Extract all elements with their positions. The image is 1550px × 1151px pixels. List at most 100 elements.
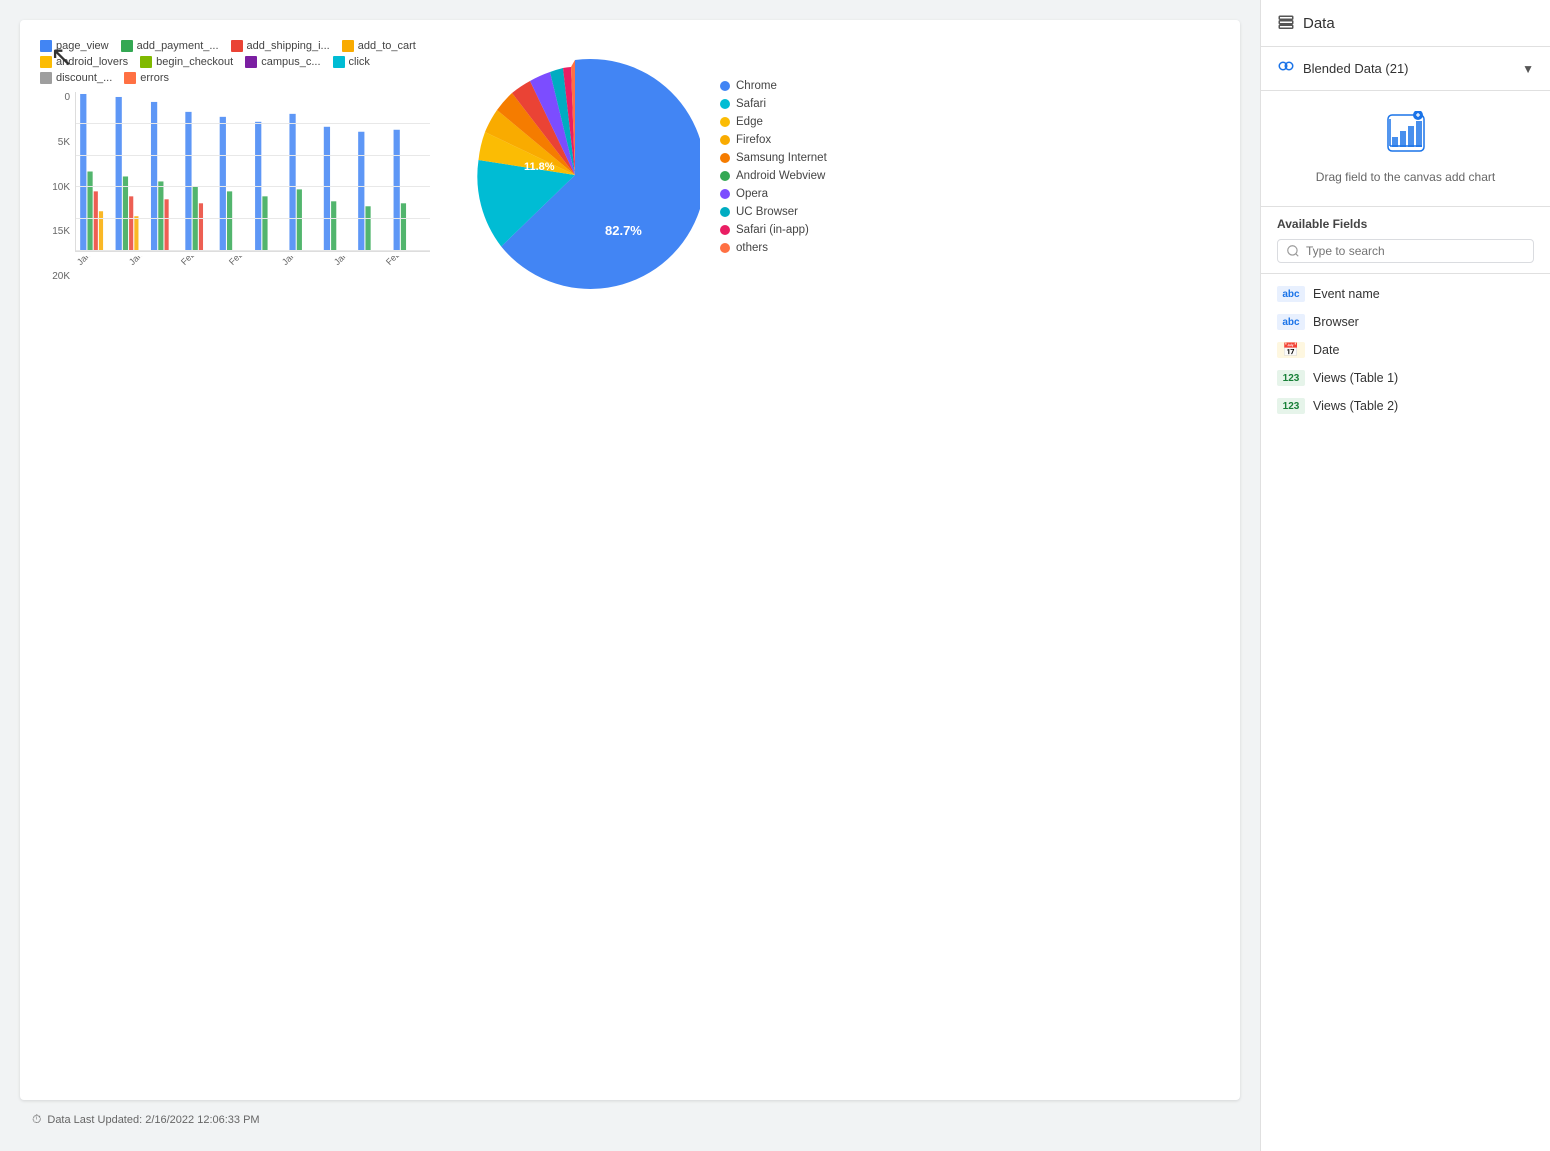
field-badge-event-name: abc	[1277, 286, 1305, 302]
bar-chart-visual: 20K 15K 10K 5K 0	[40, 92, 430, 312]
blend-svg	[1277, 57, 1295, 75]
legend-color-campus	[245, 56, 257, 68]
legend-color-android-lovers	[40, 56, 52, 68]
pie-label-firefox: Firefox	[736, 134, 771, 146]
drag-chart-svg	[1384, 111, 1428, 155]
legend-label-begin-checkout: begin_checkout	[156, 56, 233, 68]
field-item-event-name[interactable]: abc Event name	[1261, 280, 1550, 308]
legend-item-click: click	[333, 56, 370, 68]
pie-label-safari: Safari	[736, 98, 766, 110]
pie-legend-safari-inapp: Safari (in-app)	[720, 224, 827, 236]
fields-list: abc Event name abc Browser 📅 Date 123 Vi…	[1261, 274, 1550, 1151]
pie-legend-safari: Safari	[720, 98, 827, 110]
pie-dot-safari-inapp	[720, 225, 730, 235]
pie-dot-chrome	[720, 81, 730, 91]
grid-line-0	[76, 250, 430, 251]
legend-item-begin-checkout: begin_checkout	[140, 56, 233, 68]
field-label-event-name: Event name	[1313, 287, 1380, 301]
y-label-0: 0	[40, 92, 70, 103]
field-item-browser[interactable]: abc Browser	[1261, 308, 1550, 336]
x-axis-labels: Jan 26, 2022 Jan 25, 2022 Feb 9, 2022 Fe…	[75, 256, 430, 306]
pie-legend-samsung: Samsung Internet	[720, 152, 827, 164]
pie-label-safari-inapp: Safari (in-app)	[736, 224, 809, 236]
legend-label-click: click	[349, 56, 370, 68]
grid-lines	[76, 92, 430, 251]
pie-label-opera: Opera	[736, 188, 768, 200]
legend-color-page-view	[40, 40, 52, 52]
legend-label-android-lovers: android_lovers	[56, 56, 128, 68]
canvas-content: page_view add_payment_... add_shipping_i…	[20, 20, 1240, 332]
status-text: Data Last Updated: 2/16/2022 12:06:33 PM	[47, 1114, 259, 1126]
dropdown-label[interactable]: Blended Data (21)	[1303, 61, 1514, 76]
pie-dot-uc-browser	[720, 207, 730, 217]
legend-label-add-to-cart: add_to_cart	[358, 40, 416, 52]
grid-line-20k	[76, 123, 430, 124]
pie-legend-opera: Opera	[720, 188, 827, 200]
field-badge-browser: abc	[1277, 314, 1305, 330]
legend-label-page-view: page_view	[56, 40, 109, 52]
pie-legend-uc-browser: UC Browser	[720, 206, 827, 218]
main-canvas-area: ↖ page_view add_payment_... add_shipping	[0, 0, 1260, 1151]
pie-dot-opera	[720, 189, 730, 199]
field-item-views-table2[interactable]: 123 Views (Table 2)	[1261, 392, 1550, 420]
legend-color-add-to-cart	[342, 40, 354, 52]
search-input[interactable]	[1306, 244, 1525, 258]
data-panel-icon	[1277, 14, 1295, 32]
status-bar: ⏱ Data Last Updated: 2/16/2022 12:06:33 …	[20, 1108, 1240, 1131]
pie-label-samsung: Samsung Internet	[736, 152, 827, 164]
legend-item-discount: discount_...	[40, 72, 112, 84]
pie-dot-samsung	[720, 153, 730, 163]
legend-color-begin-checkout	[140, 56, 152, 68]
field-item-views-table1[interactable]: 123 Views (Table 1)	[1261, 364, 1550, 392]
pie-label-large: 82.7%	[605, 223, 642, 238]
data-panel-header: Data	[1261, 0, 1550, 47]
field-badge-views-table1: 123	[1277, 370, 1305, 386]
grid-line-5k	[76, 218, 430, 219]
search-section: Available Fields	[1261, 207, 1550, 274]
data-panel-title: Data	[1303, 15, 1335, 32]
field-badge-views-table2: 123	[1277, 398, 1305, 414]
pie-label-android-webview: Android Webview	[736, 170, 825, 182]
legend-item-add-payment: add_payment_...	[121, 40, 219, 52]
field-label-browser: Browser	[1313, 315, 1359, 329]
pie-dot-others	[720, 243, 730, 253]
dropdown-chevron-icon[interactable]: ▼	[1522, 62, 1534, 76]
pie-chart-area: 82.7% 11.8% Chrome Safari	[450, 40, 827, 312]
y-axis: 20K 15K 10K 5K 0	[40, 92, 70, 282]
pie-legend-firefox: Firefox	[720, 134, 827, 146]
status-icon: ⏱	[32, 1112, 41, 1127]
legend-item-add-to-cart: add_to_cart	[342, 40, 416, 52]
field-badge-date: 📅	[1277, 342, 1305, 358]
grid-line-15k	[76, 155, 430, 156]
pie-dot-firefox	[720, 135, 730, 145]
pie-legend: Chrome Safari Edge Firefox	[720, 50, 827, 254]
grid-line-10k	[76, 186, 430, 187]
search-box[interactable]	[1277, 239, 1534, 263]
bar-chart-area: page_view add_payment_... add_shipping_i…	[40, 40, 430, 312]
legend-item-errors: errors	[124, 72, 169, 84]
blend-icon	[1277, 57, 1295, 80]
field-item-date[interactable]: 📅 Date	[1261, 336, 1550, 364]
dropdown-row[interactable]: Blended Data (21) ▼	[1261, 47, 1550, 91]
drag-prompt-text: Drag field to the canvas add chart	[1316, 168, 1495, 186]
y-label-20k: 20K	[40, 271, 70, 282]
pie-label-uc-browser: UC Browser	[736, 206, 798, 218]
bar-chart-inner	[75, 92, 430, 252]
bar-chart-legend: page_view add_payment_... add_shipping_i…	[40, 40, 430, 84]
canvas-container: ↖ page_view add_payment_... add_shipping	[20, 20, 1240, 1100]
y-label-10k: 10K	[40, 182, 70, 193]
pie-chart-svg: 82.7% 11.8%	[450, 50, 700, 300]
x-label-feb8: Feb 8, 2022	[384, 256, 430, 293]
data-panel: Data Blended Data (21) ▼	[1260, 0, 1550, 1151]
field-label-views-table1: Views (Table 1)	[1313, 371, 1398, 385]
pie-legend-others: others	[720, 242, 827, 254]
drag-chart-icon	[1384, 111, 1428, 160]
legend-color-add-payment	[121, 40, 133, 52]
legend-label-campus: campus_c...	[261, 56, 320, 68]
pie-legend-android-webview: Android Webview	[720, 170, 827, 182]
legend-color-errors	[124, 72, 136, 84]
pie-chart-svg-container: 82.7% 11.8%	[450, 50, 700, 300]
field-label-views-table2: Views (Table 2)	[1313, 399, 1398, 413]
pie-dot-safari	[720, 99, 730, 109]
legend-color-add-shipping	[231, 40, 243, 52]
